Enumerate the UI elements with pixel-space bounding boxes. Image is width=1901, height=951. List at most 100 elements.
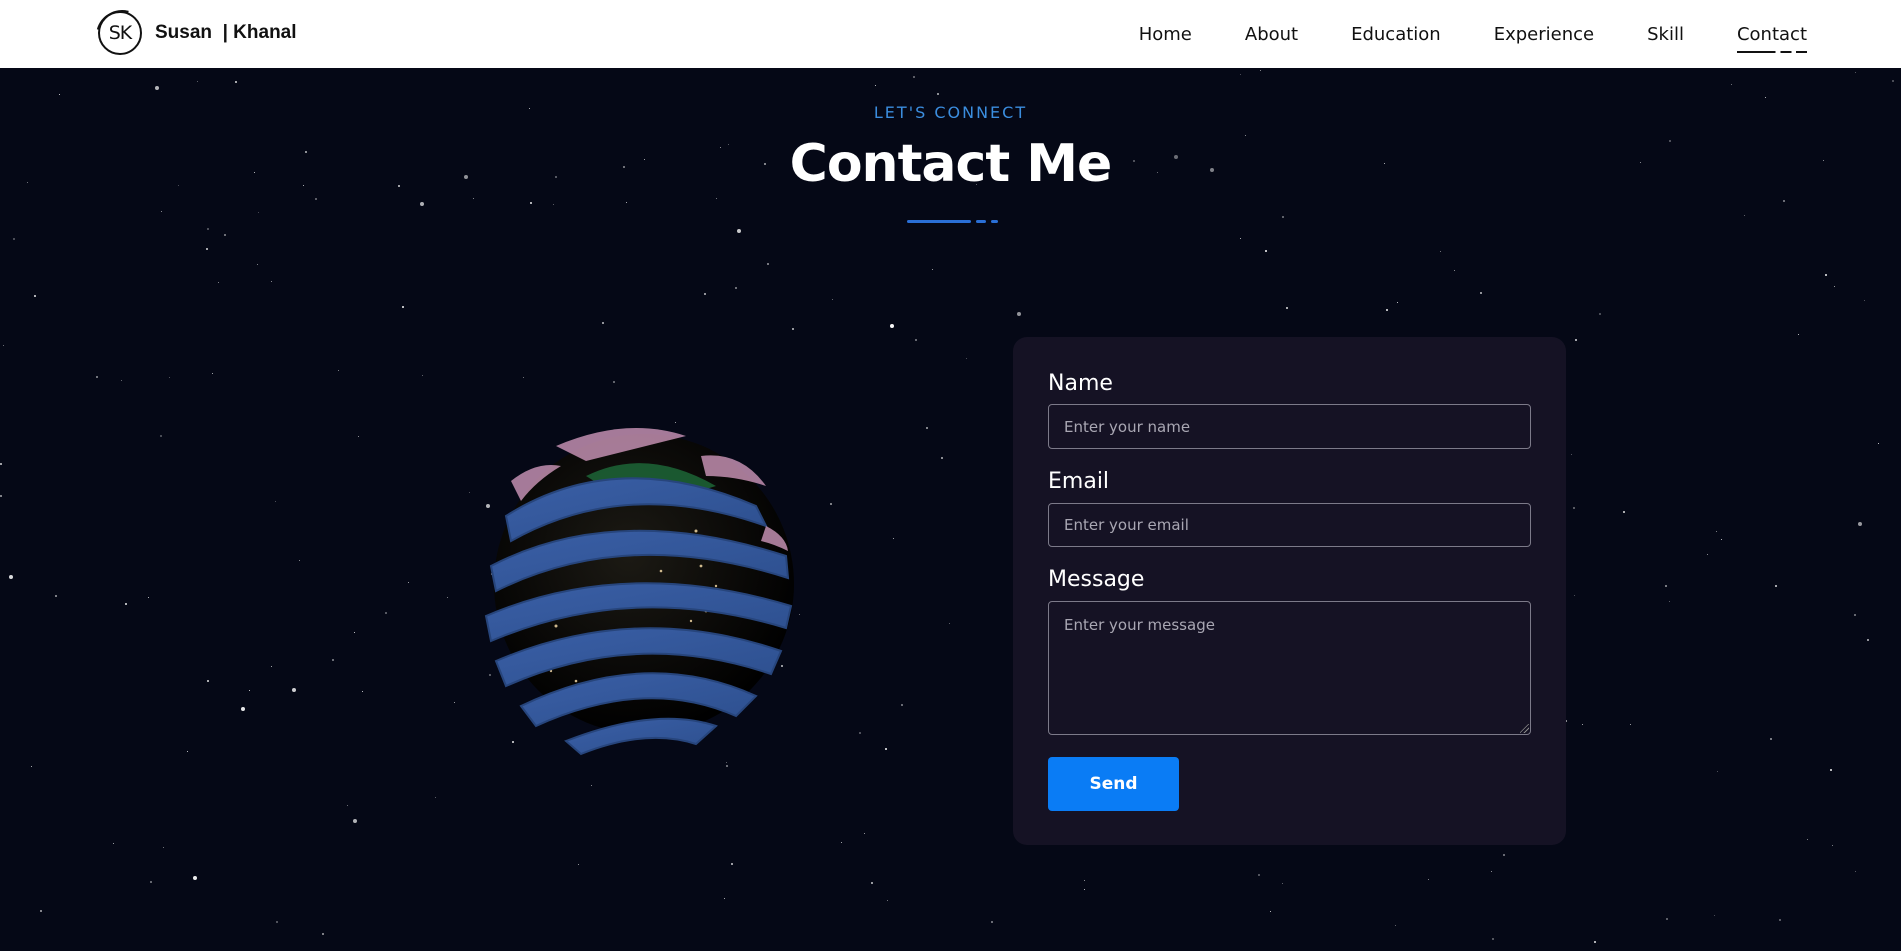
star	[299, 560, 300, 561]
star	[338, 370, 339, 371]
star	[1744, 215, 1745, 216]
star	[454, 702, 455, 703]
resize-handle-icon[interactable]	[1520, 724, 1529, 733]
star	[206, 248, 208, 250]
nav-about[interactable]: About	[1245, 24, 1298, 45]
star	[1721, 539, 1722, 540]
star	[353, 819, 357, 823]
star	[941, 457, 943, 459]
star	[1454, 270, 1455, 271]
section-eyebrow: LET'S CONNECT	[873, 103, 1028, 122]
brand[interactable]: SK Susan | Khanal	[98, 11, 297, 55]
star	[932, 269, 933, 270]
star	[224, 234, 226, 236]
star	[1770, 738, 1772, 740]
star	[1240, 74, 1241, 75]
star	[3, 345, 4, 346]
star	[885, 748, 887, 750]
star	[991, 921, 993, 923]
star	[767, 263, 769, 265]
star	[704, 293, 706, 295]
email-input[interactable]	[1048, 503, 1531, 547]
brand-name[interactable]: Susan | Khanal	[155, 22, 297, 44]
star	[716, 198, 717, 199]
star	[1707, 554, 1708, 555]
star	[420, 202, 424, 206]
star	[249, 690, 250, 691]
star	[271, 281, 272, 282]
star	[1260, 70, 1261, 71]
star	[150, 881, 152, 883]
star	[408, 582, 409, 583]
star	[1783, 200, 1785, 202]
star	[1798, 334, 1799, 335]
nav-home[interactable]: Home	[1139, 24, 1192, 45]
star	[473, 198, 474, 199]
star	[241, 707, 245, 711]
star	[578, 864, 579, 865]
star	[602, 322, 604, 324]
star	[1775, 585, 1777, 587]
star	[435, 797, 436, 798]
star	[864, 833, 865, 834]
contact-form: Name Email Message Send	[1013, 337, 1566, 845]
star	[926, 427, 928, 429]
main-nav: Home About Education Experience Skill Co…	[1086, 0, 1808, 68]
star	[613, 381, 615, 383]
star	[1571, 454, 1572, 455]
star	[1480, 292, 1482, 294]
star	[402, 306, 404, 308]
navbar: SK Susan | Khanal Home About Education E…	[0, 0, 1901, 68]
star	[1286, 307, 1288, 309]
star	[31, 766, 32, 767]
star	[1594, 941, 1596, 943]
contact-section	[0, 68, 1901, 951]
star	[125, 603, 127, 605]
star	[937, 93, 939, 95]
star	[1832, 845, 1833, 846]
star	[315, 198, 317, 200]
star	[1623, 511, 1625, 513]
message-textarea[interactable]	[1048, 601, 1531, 735]
star	[1765, 97, 1766, 98]
star	[1855, 72, 1856, 73]
star	[163, 847, 164, 848]
star	[1395, 925, 1396, 926]
star	[915, 339, 917, 341]
email-label: Email	[1048, 469, 1110, 494]
star	[737, 229, 741, 233]
star	[1665, 585, 1667, 587]
star	[1503, 854, 1505, 856]
star	[1854, 614, 1856, 616]
star	[212, 373, 213, 374]
star	[1830, 769, 1832, 771]
star	[235, 81, 237, 83]
nav-skill[interactable]: Skill	[1647, 24, 1684, 45]
star	[1492, 938, 1494, 940]
star	[735, 287, 737, 289]
star	[275, 501, 276, 502]
star	[1825, 274, 1827, 276]
name-input[interactable]	[1048, 404, 1531, 449]
star	[1282, 883, 1283, 884]
star	[40, 910, 42, 912]
star	[155, 86, 159, 90]
star	[731, 863, 733, 865]
star	[1440, 251, 1441, 252]
star	[1573, 507, 1575, 509]
send-button[interactable]: Send	[1048, 757, 1179, 811]
globe-icon[interactable]	[466, 406, 826, 766]
star	[161, 211, 162, 212]
nav-education[interactable]: Education	[1351, 24, 1441, 45]
star	[1878, 443, 1879, 444]
star	[257, 264, 258, 265]
star	[292, 688, 296, 692]
star	[871, 882, 873, 884]
star	[1666, 918, 1668, 920]
star	[354, 632, 355, 633]
star	[875, 85, 876, 86]
logo-icon[interactable]: SK	[98, 11, 142, 55]
star	[1716, 531, 1717, 532]
nav-contact[interactable]: Contact	[1736, 24, 1808, 53]
nav-experience[interactable]: Experience	[1494, 24, 1594, 45]
